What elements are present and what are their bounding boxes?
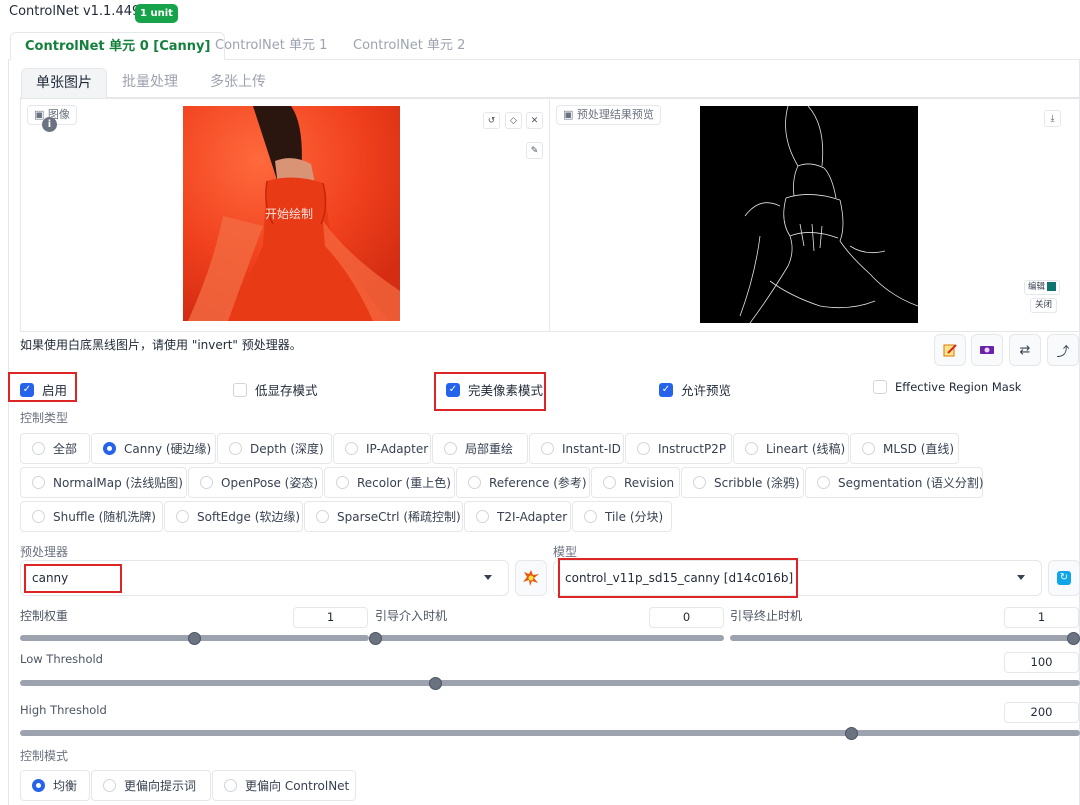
control-type-tile[interactable]: Tile (分块) — [572, 501, 672, 532]
control-type-scribble[interactable]: Scribble (涂鸦) — [681, 467, 804, 498]
control-type-t2i-adapter[interactable]: T2I-Adapter — [464, 501, 571, 532]
low-threshold-label: Low Threshold — [20, 652, 103, 666]
control-type-canny[interactable]: Canny (硬边缘) — [91, 433, 216, 464]
chevron-down-icon — [1017, 575, 1025, 580]
start-input[interactable]: 0 — [649, 607, 724, 628]
start-drawing-overlay[interactable]: 开始绘制 — [265, 205, 313, 222]
start-label: 引导介入时机 — [375, 609, 448, 623]
tab-multi-upload[interactable]: 多张上传 — [210, 68, 266, 98]
app-title: ControlNet v1.1.449 — [9, 4, 141, 19]
explosion-icon — [523, 570, 539, 586]
control-type-normalmap[interactable]: NormalMap (法线贴图) — [20, 467, 187, 498]
control-type-inpaint[interactable]: 局部重绘 — [432, 433, 528, 464]
control-type-instant-id[interactable]: Instant-ID — [529, 433, 624, 464]
end-slider-handle[interactable] — [1066, 631, 1080, 645]
control-type-mlsd[interactable]: MLSD (直线) — [850, 433, 959, 464]
chevron-down-icon — [484, 575, 492, 580]
control-type-revision[interactable]: Revision — [591, 467, 680, 498]
effective-region-mask-checkbox[interactable]: Effective Region Mask — [873, 380, 1021, 394]
high-threshold-input[interactable]: 200 — [1004, 702, 1079, 723]
swap-icon[interactable]: ⇄ — [1009, 334, 1041, 366]
control-type-reference[interactable]: Reference (参考) — [456, 467, 590, 498]
eraser-icon[interactable]: ◇ — [505, 112, 522, 129]
control-type-depth[interactable]: Depth (深度) — [217, 433, 332, 464]
send-dimensions-icon[interactable]: ⤴ — [1047, 334, 1079, 366]
unit-count-badge: 1 unit — [135, 4, 178, 23]
control-type-ip-adapter[interactable]: IP-Adapter — [333, 433, 431, 464]
low-threshold-slider[interactable] — [20, 680, 1080, 686]
highlight-preprocessor — [24, 564, 122, 593]
weight-slider-handle[interactable] — [188, 631, 201, 645]
edit-button[interactable]: 编辑 — [1024, 280, 1061, 295]
run-preprocessor-button[interactable] — [515, 560, 547, 596]
high-threshold-label: High Threshold — [20, 703, 107, 717]
control-mode-label: 控制模式 — [20, 749, 69, 763]
tab-batch[interactable]: 批量处理 — [122, 68, 178, 98]
preprocessor-label: 预处理器 — [20, 545, 69, 559]
close-preview-button[interactable]: 关闭 — [1030, 298, 1058, 313]
high-threshold-slider[interactable] — [20, 730, 1080, 736]
highlight-model — [558, 558, 798, 598]
control-type-segmentation[interactable]: Segmentation (语义分割) — [805, 467, 984, 498]
tab-unit-0[interactable]: ControlNet 单元 0 [Canny] — [10, 32, 226, 60]
preview-image — [700, 106, 918, 323]
unit-tabs: ControlNet 单元 0 [Canny] ControlNet 单元 1 … — [8, 32, 1080, 60]
control-type-softedge[interactable]: SoftEdge (软边缘) — [164, 501, 303, 532]
highlight-enable — [8, 372, 77, 402]
brush-icon[interactable]: ✎ — [526, 142, 543, 159]
control-type-lineart[interactable]: Lineart (线稿) — [733, 433, 849, 464]
download-icon[interactable]: ⤓ — [1044, 110, 1061, 127]
refresh-icon: ↻ — [1057, 571, 1071, 585]
weight-input[interactable]: 1 — [293, 607, 368, 628]
low-vram-checkbox[interactable]: 低显存模式 — [233, 380, 318, 399]
control-type-openpose[interactable]: OpenPose (姿态) — [188, 467, 323, 498]
end-slider[interactable] — [730, 635, 1073, 641]
low-threshold-slider-handle[interactable] — [429, 676, 443, 690]
control-mode-balanced[interactable]: 均衡 — [20, 770, 90, 801]
tab-unit-1[interactable]: ControlNet 单元 1 — [215, 32, 327, 60]
preview-label: ▣ 预处理结果预览 — [556, 105, 661, 125]
control-type-instructp2p[interactable]: InstructP2P — [625, 433, 732, 464]
end-label: 引导终止时机 — [730, 609, 803, 623]
mode-tabs: 单张图片 批量处理 多张上传 — [20, 68, 1080, 98]
control-type-sparsectrl[interactable]: SparseCtrl (稀疏控制) — [304, 501, 463, 532]
tab-single-image[interactable]: 单张图片 — [21, 68, 107, 98]
highlight-pixel-perfect — [434, 372, 546, 411]
start-slider[interactable] — [375, 635, 724, 641]
webcam-icon[interactable] — [971, 334, 1003, 366]
high-threshold-slider-handle[interactable] — [844, 726, 858, 740]
control-mode-prompt[interactable]: 更偏向提示词 — [91, 770, 211, 801]
undo-icon[interactable]: ↺ — [483, 112, 500, 129]
control-type-all[interactable]: 全部 — [20, 433, 90, 464]
invert-hint: 如果使用白底黑线图片，请使用 "invert" 预处理器。 — [20, 338, 302, 352]
control-type-label: 控制类型 — [20, 411, 69, 425]
check-icon: ✓ — [659, 382, 673, 397]
input-image-area[interactable]: ▣ 图像 i 开始绘制 ↺ ◇ ✕ ✎ — [20, 98, 550, 332]
control-type-recolor[interactable]: Recolor (重上色) — [324, 467, 455, 498]
allow-preview-checkbox[interactable]: ✓ 允许预览 — [659, 380, 731, 399]
control-mode-controlnet[interactable]: 更偏向 ControlNet — [212, 770, 356, 801]
info-icon[interactable]: i — [42, 117, 57, 132]
refresh-models-button[interactable]: ↻ — [1048, 560, 1080, 596]
end-input[interactable]: 1 — [1004, 607, 1079, 628]
tab-unit-2[interactable]: ControlNet 单元 2 — [353, 32, 465, 60]
control-type-shuffle[interactable]: Shuffle (随机洗牌) — [20, 501, 163, 532]
start-slider-handle[interactable] — [368, 631, 382, 645]
weight-label: 控制权重 — [20, 609, 69, 623]
close-icon[interactable]: ✕ — [526, 112, 543, 129]
low-threshold-input[interactable]: 100 — [1004, 652, 1079, 673]
new-canvas-icon[interactable] — [934, 334, 966, 366]
preview-image-area: ▣ 预处理结果预览 ⤓ 编辑 关闭 — [550, 98, 1080, 332]
